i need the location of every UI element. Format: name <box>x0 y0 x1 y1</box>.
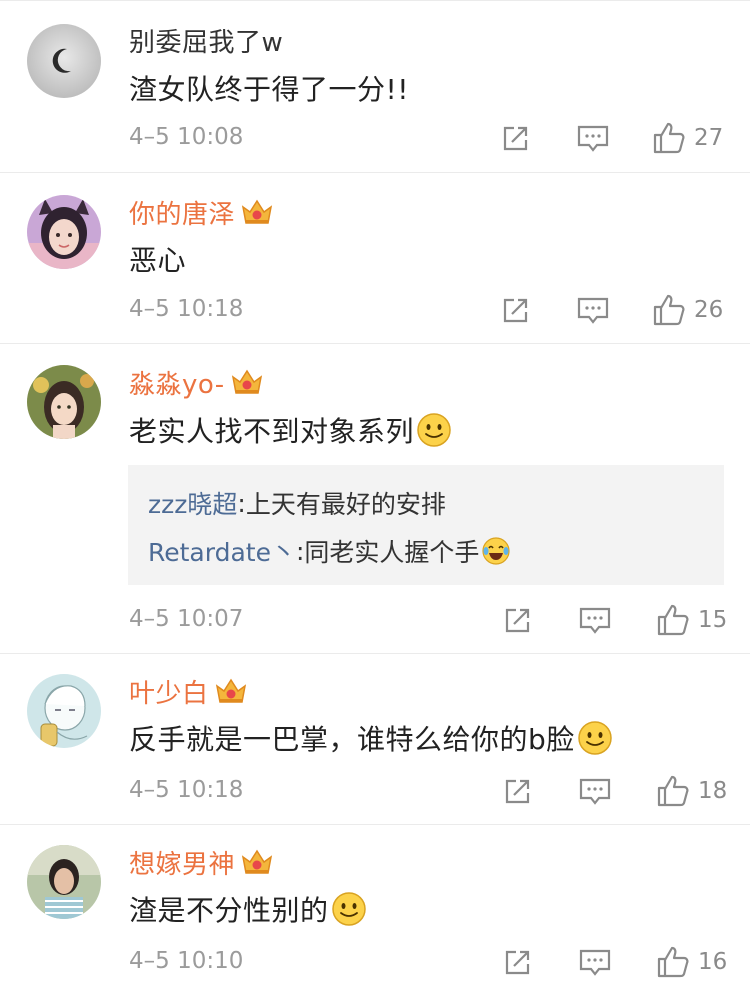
comment-text: 反手就是一巴掌，谁特么给你的b脸 <box>129 716 613 760</box>
comment-button[interactable] <box>576 290 610 330</box>
smile-emoji <box>331 891 367 927</box>
reply-username[interactable]: Retardate丶 <box>148 533 296 569</box>
timestamp: 4–5 10:08 <box>129 124 244 150</box>
comment-item: 淼淼yo- 老实人找不到对象系列 zzz晓超 : 上天有最好的安排 Retard… <box>0 343 750 654</box>
thumbs-up-icon <box>657 604 689 636</box>
comment-button[interactable] <box>576 118 610 158</box>
comment-meta: 4–5 10:18 26 <box>0 290 750 330</box>
comment-item: 别委屈我了w 渣女队终于得了一分!! 4–5 10:08 27 <box>0 0 750 172</box>
timestamp: 4–5 10:07 <box>129 606 244 632</box>
comment-text-body: 反手就是一巴掌，谁特么给你的b脸 <box>129 723 575 756</box>
like-count: 26 <box>694 297 724 323</box>
crown-icon <box>215 677 247 705</box>
avatar[interactable] <box>27 24 101 98</box>
reply-text: 上天有最好的安排 <box>245 490 446 519</box>
comment-text-body: 恶心 <box>129 244 187 277</box>
like-button[interactable]: 27 <box>652 118 723 158</box>
like-button[interactable]: 15 <box>656 600 727 640</box>
reply-username[interactable]: zzz晓超 <box>148 485 237 521</box>
girl-avatar-image <box>27 195 101 269</box>
like-count: 15 <box>698 607 728 633</box>
comment-feed: 别委屈我了w 渣女队终于得了一分!! 4–5 10:08 27 你的唐泽 恶心 … <box>0 0 750 987</box>
avatar[interactable] <box>27 195 101 269</box>
crown-icon <box>241 848 273 876</box>
like-count: 16 <box>698 949 728 975</box>
comment-text: 渣是不分性别的 <box>129 887 367 931</box>
comment-meta: 4–5 10:10 16 <box>0 942 750 982</box>
comment-button[interactable] <box>578 771 612 811</box>
moon-avatar-image <box>27 24 101 98</box>
thumbs-up-icon <box>657 775 689 807</box>
comment-item: 想嫁男神 渣是不分性别的 4–5 10:10 16 <box>0 824 750 988</box>
comment-text-body: 渣女队终于得了一分!! <box>129 73 409 106</box>
share-icon <box>505 608 530 633</box>
reply-box[interactable]: zzz晓超 : 上天有最好的安排 Retardate丶 : 同老实人握个手 <box>128 465 724 585</box>
comment-meta: 4–5 10:18 18 <box>0 771 750 811</box>
like-button[interactable]: 18 <box>656 771 727 811</box>
comment-item: 叶少白 反手就是一巴掌，谁特么给你的b脸 4–5 10:18 18 <box>0 653 750 825</box>
like-button[interactable]: 26 <box>652 290 723 330</box>
share-button[interactable] <box>502 771 534 811</box>
comment-meta: 4–5 10:07 15 <box>0 600 750 640</box>
thumbs-up-icon <box>657 946 689 978</box>
comment-meta: 4–5 10:08 27 <box>0 118 750 158</box>
timestamp: 4–5 10:10 <box>129 948 244 974</box>
comment-icon <box>577 125 609 152</box>
reply-item: Retardate丶 : 同老实人握个手 <box>148 527 704 575</box>
reply-separator: : <box>295 536 305 566</box>
like-count: 18 <box>698 778 728 804</box>
thumbs-up-icon <box>653 122 685 154</box>
girl-avatar-image <box>27 845 101 919</box>
crown-icon <box>241 198 273 226</box>
comment-button[interactable] <box>578 600 612 640</box>
girl-avatar-image <box>27 365 101 439</box>
reply-item: zzz晓超 : 上天有最好的安排 <box>148 479 704 527</box>
username[interactable]: 你的唐泽 <box>129 194 235 231</box>
like-button[interactable]: 16 <box>656 942 727 982</box>
username[interactable]: 想嫁男神 <box>129 844 235 881</box>
comment-text-body: 老实人找不到对象系列 <box>129 415 415 448</box>
avatar[interactable] <box>27 674 101 748</box>
reply-text: 同老实人握个手 <box>304 538 480 567</box>
username[interactable]: 淼淼yo- <box>129 364 225 401</box>
comment-icon <box>579 607 611 634</box>
share-button[interactable] <box>500 290 532 330</box>
share-icon <box>503 126 528 151</box>
timestamp: 4–5 10:18 <box>129 777 244 803</box>
timestamp: 4–5 10:18 <box>129 296 244 322</box>
share-icon <box>505 950 530 975</box>
share-button[interactable] <box>502 600 534 640</box>
crown-icon <box>231 368 263 396</box>
comment-item: 你的唐泽 恶心 4–5 10:18 26 <box>0 172 750 344</box>
comment-text: 老实人找不到对象系列 <box>129 408 452 452</box>
comment-icon <box>579 949 611 976</box>
smile-emoji <box>577 720 613 756</box>
share-icon <box>505 779 530 804</box>
comment-text: 恶心 <box>129 237 186 281</box>
avatar[interactable] <box>27 845 101 919</box>
share-icon <box>503 298 528 323</box>
like-count: 27 <box>694 125 724 151</box>
thumbs-up-icon <box>653 294 685 326</box>
avatar[interactable] <box>27 365 101 439</box>
share-button[interactable] <box>502 942 534 982</box>
laugh-cry-emoji <box>481 536 511 566</box>
username[interactable]: 别委屈我了w <box>129 22 283 59</box>
comment-text: 渣女队终于得了一分!! <box>129 66 409 110</box>
comment-icon <box>579 778 611 805</box>
reply-separator: : <box>237 488 246 518</box>
share-button[interactable] <box>500 118 532 158</box>
comment-button[interactable] <box>578 942 612 982</box>
comment-icon <box>577 297 609 324</box>
sketch-avatar-image <box>27 674 101 748</box>
username[interactable]: 叶少白 <box>129 673 209 710</box>
comment-text-body: 渣是不分性别的 <box>129 894 329 927</box>
smile-emoji <box>416 412 452 448</box>
